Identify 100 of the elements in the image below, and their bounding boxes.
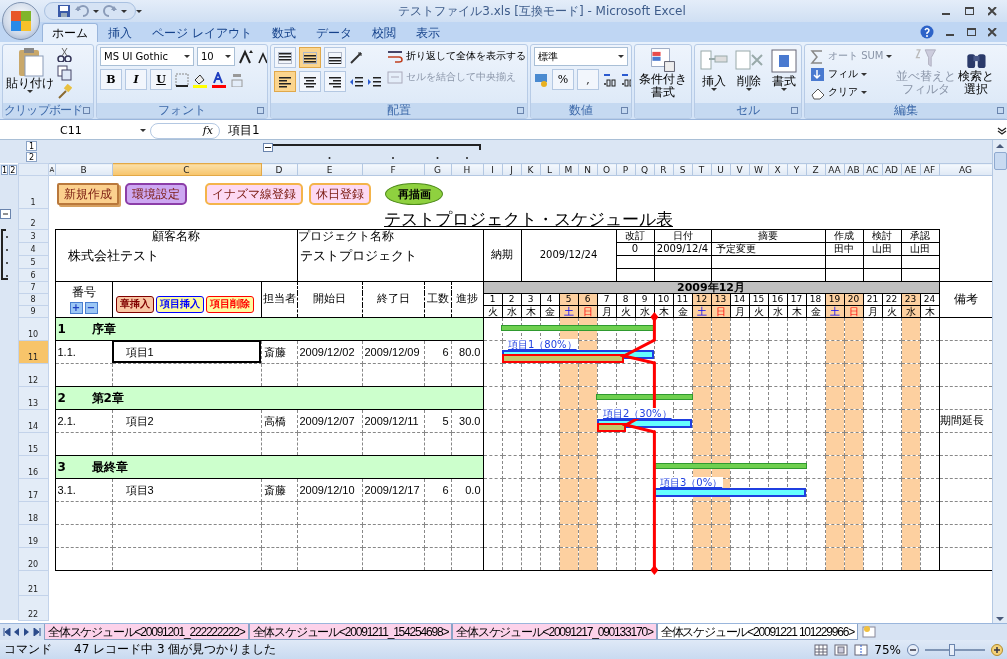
- row-header[interactable]: 14: [18, 409, 48, 432]
- row-action-button[interactable]: 項目挿入: [155, 295, 204, 313]
- format-painter-icon[interactable]: [57, 84, 72, 99]
- restore-icon[interactable]: [967, 27, 976, 37]
- wrap-text-button[interactable]: 折り返して全体を表示する: [385, 47, 527, 65]
- macro-button[interactable]: 新規作成: [57, 183, 119, 206]
- outline-level-button[interactable]: 1: [26, 141, 37, 151]
- cells-button[interactable]: 書式: [768, 47, 800, 101]
- outline-level-button[interactable]: 2: [9, 164, 17, 175]
- row-action-button[interactable]: 項目削除: [205, 295, 254, 313]
- clear-button[interactable]: クリア: [808, 83, 895, 101]
- formula-input[interactable]: 項目1: [220, 122, 997, 139]
- decrease-indent-icon[interactable]: [349, 74, 364, 89]
- align-left-button[interactable]: [274, 71, 296, 92]
- align-bottom-button[interactable]: [324, 47, 346, 68]
- previous-sheet-icon[interactable]: [13, 628, 21, 636]
- ribbon-tab[interactable]: データ: [305, 23, 362, 42]
- dialog-launcher-icon[interactable]: [83, 107, 90, 114]
- dialog-launcher-icon[interactable]: [997, 107, 1004, 114]
- row-action-button[interactable]: 章挿入: [115, 295, 154, 313]
- macro-button[interactable]: 環境設定: [125, 183, 187, 206]
- dialog-launcher-icon[interactable]: [621, 107, 628, 114]
- copy-icon[interactable]: [57, 65, 72, 81]
- column-header[interactable]: F: [362, 163, 424, 176]
- percent-button[interactable]: %: [552, 69, 574, 90]
- row-header[interactable]: 21: [18, 570, 48, 595]
- dialog-launcher-icon[interactable]: [517, 107, 524, 114]
- font-name-dropdown[interactable]: MS UI Gothic: [100, 47, 194, 66]
- align-center-button[interactable]: [299, 71, 321, 92]
- bold-button[interactable]: B: [100, 69, 122, 90]
- column-header[interactable]: B: [55, 163, 112, 176]
- sheet-tab[interactable]: 全体スケジュール<20091221 101229966>: [656, 624, 858, 640]
- macro-button[interactable]: 再描画: [385, 183, 443, 206]
- scrollbar-thumb[interactable]: [993, 152, 1007, 170]
- row-header[interactable]: 10: [18, 317, 48, 340]
- column-header[interactable]: G: [424, 163, 451, 176]
- underline-button[interactable]: U: [150, 69, 172, 90]
- collapse-button[interactable]: −: [84, 301, 98, 314]
- find-select-button[interactable]: 検索と選択: [957, 47, 995, 101]
- dialog-launcher-icon[interactable]: [791, 107, 798, 114]
- row-header[interactable]: 13: [18, 386, 48, 409]
- expand-button[interactable]: +: [69, 301, 83, 314]
- row-header[interactable]: 12: [18, 363, 48, 386]
- ribbon-tab[interactable]: ホーム: [42, 23, 98, 42]
- page-layout-view-icon[interactable]: [834, 643, 849, 656]
- vertical-scrollbar[interactable]: [992, 140, 1007, 623]
- dialog-launcher-icon[interactable]: [257, 107, 264, 114]
- number-format-dropdown[interactable]: 標準: [534, 47, 628, 66]
- row-header[interactable]: 15: [18, 432, 48, 455]
- cut-icon[interactable]: [57, 47, 72, 62]
- row-header[interactable]: 18: [18, 501, 48, 524]
- help-icon[interactable]: [920, 25, 934, 39]
- column-header[interactable]: E: [297, 163, 362, 176]
- close-icon[interactable]: [988, 6, 997, 16]
- sheet-tab[interactable]: 全体スケジュール<20091211_154254698>: [248, 624, 453, 640]
- increase-indent-icon[interactable]: [367, 74, 382, 89]
- column-header[interactable]: AG: [939, 163, 992, 176]
- row-header[interactable]: 1: [18, 175, 48, 209]
- ribbon-tab[interactable]: 校閲: [361, 23, 406, 42]
- normal-view-icon[interactable]: [814, 643, 829, 656]
- row-header[interactable]: 22: [18, 595, 48, 620]
- outline-level-button[interactable]: 2: [26, 152, 37, 162]
- collapse-outline-icon[interactable]: [0, 208, 11, 219]
- outline-level-button[interactable]: 1: [1, 164, 9, 175]
- ribbon-tab[interactable]: 挿入: [98, 23, 142, 42]
- column-header[interactable]: C: [112, 163, 261, 176]
- row-header[interactable]: 19: [18, 524, 48, 547]
- grow-font-icon[interactable]: [238, 48, 254, 65]
- align-right-button[interactable]: [324, 71, 346, 92]
- row-header[interactable]: 17: [18, 478, 48, 501]
- align-top-button[interactable]: [274, 47, 296, 68]
- cells-button[interactable]: 挿入: [698, 47, 730, 101]
- row-header[interactable]: 11: [18, 340, 48, 363]
- outline-group-drawing[interactable]: [263, 142, 482, 162]
- column-header[interactable]: D: [261, 163, 297, 176]
- caret-icon[interactable]: [93, 9, 99, 13]
- fill-button[interactable]: フィル: [808, 65, 895, 83]
- align-middle-button[interactable]: [299, 47, 321, 68]
- sheet-tab[interactable]: 全体スケジュール<20091201_222222222>: [44, 624, 249, 640]
- comma-style-button[interactable]: ,: [577, 69, 599, 90]
- sheet-tab[interactable]: 全体スケジュール<20091217_090133170>: [452, 624, 657, 640]
- decrease-decimal-icon[interactable]: [620, 72, 631, 87]
- zoom-out-icon[interactable]: [907, 643, 919, 656]
- first-sheet-icon[interactable]: [3, 628, 11, 636]
- customize-caret-icon[interactable]: [136, 9, 142, 13]
- cells-button[interactable]: 削除: [733, 47, 765, 101]
- column-header[interactable]: H: [451, 163, 483, 176]
- orientation-icon[interactable]: [349, 50, 363, 65]
- row-header[interactable]: 20: [18, 547, 48, 570]
- name-box[interactable]: C11: [0, 124, 150, 137]
- macro-button[interactable]: イナズマ線登録: [205, 183, 303, 206]
- caret-icon[interactable]: [121, 9, 127, 13]
- maximize-icon[interactable]: [965, 6, 974, 16]
- macro-button[interactable]: 休日登録: [309, 183, 371, 206]
- zoom-slider-thumb[interactable]: [949, 643, 955, 656]
- font-color-icon[interactable]: [211, 71, 227, 88]
- last-sheet-icon[interactable]: [33, 628, 41, 636]
- italic-button[interactable]: I: [125, 69, 147, 90]
- save-icon[interactable]: [57, 4, 71, 18]
- close-icon[interactable]: [988, 27, 997, 37]
